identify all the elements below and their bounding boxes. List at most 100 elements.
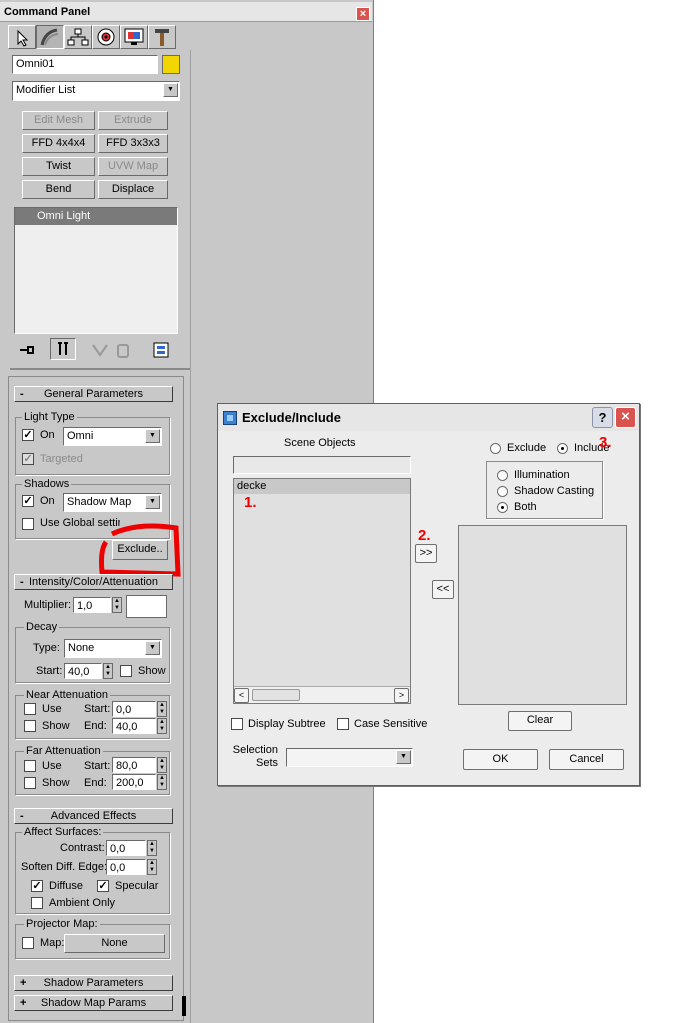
general-parameters-rollout[interactable]: - General Parameters bbox=[14, 386, 173, 402]
twist-button[interactable]: Twist bbox=[22, 157, 95, 176]
near-attenuation-label: Near Attenuation bbox=[24, 689, 110, 701]
light-on-checkbox[interactable]: ✓ bbox=[22, 429, 34, 441]
extrude-button[interactable]: Extrude bbox=[98, 111, 168, 130]
ok-button[interactable]: OK bbox=[463, 749, 538, 770]
utilities-icon[interactable] bbox=[148, 25, 176, 49]
chevron-down-icon[interactable]: ▼ bbox=[145, 495, 160, 509]
display-subtree-checkbox[interactable] bbox=[231, 718, 243, 730]
targeted-label: Targeted bbox=[40, 453, 83, 465]
chevron-down-icon[interactable]: ▼ bbox=[163, 83, 178, 97]
modifier-list-dropdown[interactable]: Modifier List ▼ bbox=[12, 81, 180, 101]
create-icon[interactable] bbox=[8, 25, 36, 49]
annotation-step-1: 1. bbox=[244, 494, 257, 511]
near-show-checkbox[interactable] bbox=[24, 720, 36, 732]
shadow-casting-radio[interactable] bbox=[497, 486, 508, 497]
ambient-only-checkbox[interactable] bbox=[31, 897, 43, 909]
soften-spinner[interactable]: ▲ ▼ bbox=[147, 859, 157, 875]
object-name-field[interactable]: Omni01 bbox=[12, 55, 158, 74]
help-button[interactable]: ? bbox=[592, 407, 613, 428]
motion-icon[interactable] bbox=[92, 25, 120, 49]
move-left-button[interactable]: << bbox=[432, 580, 454, 599]
clear-button[interactable]: Clear bbox=[508, 711, 572, 731]
multiplier-spinner[interactable]: ▲ ▼ bbox=[112, 597, 122, 613]
exclude-radio[interactable] bbox=[490, 443, 501, 454]
ffd-4x4x4-button[interactable]: FFD 4x4x4 bbox=[22, 134, 95, 153]
shadow-map-params-rollout[interactable]: + Shadow Map Params bbox=[14, 995, 173, 1011]
chevron-down-icon[interactable]: ▼ bbox=[145, 641, 160, 655]
multiplier-field[interactable]: 1,0 bbox=[73, 597, 111, 613]
decay-start-field[interactable]: 40,0 bbox=[64, 663, 102, 679]
command-panel-titlebar[interactable]: Command Panel × bbox=[0, 2, 372, 22]
far-end-spinner[interactable]: ▲ ▼ bbox=[157, 774, 167, 790]
contrast-spinner[interactable]: ▲ ▼ bbox=[147, 840, 157, 856]
light-color-swatch[interactable] bbox=[126, 595, 167, 618]
modifier-stack[interactable]: Omni Light bbox=[14, 207, 178, 334]
bend-button[interactable]: Bend bbox=[22, 180, 95, 199]
contrast-field[interactable]: 0,0 bbox=[106, 840, 146, 856]
near-start-spinner[interactable]: ▲ ▼ bbox=[157, 701, 167, 717]
far-end-label: End: bbox=[84, 777, 107, 789]
far-start-field[interactable]: 80,0 bbox=[112, 757, 156, 773]
rollout-title: Advanced Effects bbox=[50, 810, 137, 822]
light-type-dropdown[interactable]: Omni ▼ bbox=[63, 427, 162, 446]
stack-item-omni-light[interactable]: Omni Light bbox=[15, 208, 177, 225]
display-icon[interactable] bbox=[120, 25, 148, 49]
far-start-spinner[interactable]: ▲ ▼ bbox=[157, 757, 167, 773]
light-on-label: On bbox=[40, 429, 55, 441]
show-end-result-icon[interactable] bbox=[50, 338, 76, 360]
near-use-checkbox[interactable] bbox=[24, 703, 36, 715]
decay-start-spinner[interactable]: ▲ ▼ bbox=[103, 663, 113, 679]
scroll-right-icon[interactable]: > bbox=[394, 688, 409, 703]
configure-modifier-sets-icon[interactable] bbox=[152, 341, 170, 359]
decay-show-checkbox[interactable] bbox=[120, 665, 132, 677]
close-icon[interactable]: × bbox=[356, 7, 370, 21]
decay-type-dropdown[interactable]: None ▼ bbox=[64, 639, 162, 658]
scroll-thumb[interactable] bbox=[252, 689, 300, 701]
hierarchy-icon[interactable] bbox=[64, 25, 92, 49]
move-right-button[interactable]: >> bbox=[415, 544, 437, 563]
displace-button[interactable]: Displace bbox=[98, 180, 168, 199]
chevron-down-icon[interactable]: ▼ bbox=[396, 750, 411, 764]
modify-icon[interactable] bbox=[36, 25, 64, 49]
uvw-map-button[interactable]: UVW Map bbox=[98, 157, 168, 176]
pin-stack-icon[interactable] bbox=[18, 342, 38, 358]
horizontal-scrollbar[interactable]: < > bbox=[234, 686, 410, 703]
included-objects-list[interactable] bbox=[458, 525, 627, 705]
shadow-parameters-rollout[interactable]: + Shadow Parameters bbox=[14, 975, 173, 991]
soften-field[interactable]: 0,0 bbox=[106, 859, 146, 875]
ffd-3x3x3-button[interactable]: FFD 3x3x3 bbox=[98, 134, 168, 153]
include-radio[interactable] bbox=[557, 443, 568, 454]
dialog-titlebar[interactable]: Exclude/Include ? × bbox=[218, 404, 639, 431]
scroll-left-icon[interactable]: < bbox=[234, 688, 249, 703]
chevron-down-icon[interactable]: ▼ bbox=[145, 429, 160, 443]
cancel-button[interactable]: Cancel bbox=[549, 749, 624, 770]
dialog-close-button[interactable]: × bbox=[615, 407, 636, 428]
selection-sets-dropdown[interactable]: ▼ bbox=[286, 748, 413, 767]
object-color-swatch[interactable] bbox=[162, 55, 180, 74]
near-start-field[interactable]: 0,0 bbox=[112, 701, 156, 717]
far-show-checkbox[interactable] bbox=[24, 777, 36, 789]
map-checkbox[interactable] bbox=[22, 937, 34, 949]
intensity-rollout[interactable]: - Intensity/Color/Attenuation bbox=[14, 574, 173, 590]
command-panel-title: Command Panel bbox=[4, 6, 91, 18]
use-global-checkbox[interactable] bbox=[22, 518, 34, 530]
both-radio[interactable] bbox=[497, 502, 508, 513]
shadows-on-checkbox[interactable]: ✓ bbox=[22, 495, 34, 507]
far-use-checkbox[interactable] bbox=[24, 760, 36, 772]
diffuse-checkbox[interactable]: ✓ bbox=[31, 880, 43, 892]
specular-checkbox[interactable]: ✓ bbox=[97, 880, 109, 892]
far-end-field[interactable]: 200,0 bbox=[112, 774, 156, 790]
projector-map-button[interactable]: None bbox=[64, 934, 165, 953]
illumination-radio[interactable] bbox=[497, 470, 508, 481]
list-item[interactable]: decke bbox=[234, 479, 410, 494]
near-end-field[interactable]: 40,0 bbox=[112, 718, 156, 734]
near-end-spinner[interactable]: ▲ ▼ bbox=[157, 718, 167, 734]
diffuse-label: Diffuse bbox=[49, 880, 84, 892]
scene-objects-list[interactable]: decke bbox=[233, 478, 411, 704]
edit-mesh-button[interactable]: Edit Mesh bbox=[22, 111, 95, 130]
shadow-type-dropdown[interactable]: Shadow Map ▼ bbox=[63, 493, 162, 512]
case-sensitive-checkbox[interactable] bbox=[337, 718, 349, 730]
rollout-scroll-thumb[interactable] bbox=[182, 996, 186, 1016]
scene-search-input[interactable] bbox=[233, 456, 411, 474]
advanced-effects-rollout[interactable]: - Advanced Effects bbox=[14, 808, 173, 824]
